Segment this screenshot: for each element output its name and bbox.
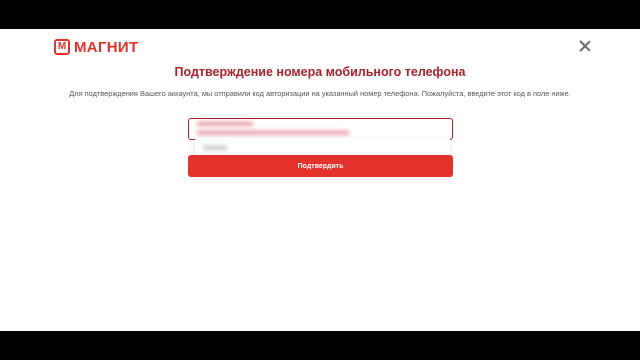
page-title: Подтверждение номера мобильного телефона [174,65,466,79]
magnit-logo: М МАГНИТ [54,38,138,56]
auth-modal: М МАГНИТ Подтверждение номера мобильного… [0,29,640,331]
instruction-text: Для подтверждения Вашего аккаунта, мы от… [69,89,571,98]
confirm-button[interactable]: Подтвердить [188,155,453,177]
magnit-logo-text: МАГНИТ [74,38,139,56]
autofill-suggestion[interactable]: ▬▬▬ [195,138,450,156]
input-label-blurred: ▬▬▬▬▬▬▬ [197,118,253,127]
verification-code-input[interactable]: ▬▬▬▬▬▬▬ ▬▬▬▬▬▬▬▬▬▬▬▬▬▬▬▬▬▬▬ [188,118,453,140]
close-icon[interactable] [578,39,592,53]
autofill-value-blurred: ▬▬▬ [203,142,227,151]
input-value-blurred: ▬▬▬▬▬▬▬▬▬▬▬▬▬▬▬▬▬▬▬ [197,127,349,136]
magnit-logo-icon: М [54,39,70,55]
